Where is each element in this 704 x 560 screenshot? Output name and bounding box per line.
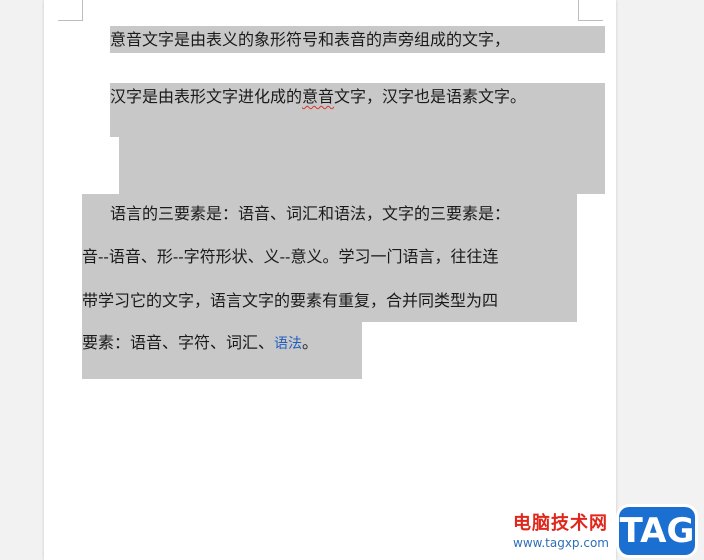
para2-line1-text: 语言的三要素是：语音、词汇和语法，文字的三要素是： — [110, 204, 511, 223]
para2-line4-text-a: 要素：语音、字符、词汇、 — [82, 333, 275, 352]
para2-line2-text: 音--语音、形--字符形状、义--意义。学习一门语言，往往连 — [82, 247, 499, 266]
watermark-tag-logo: TAG — [619, 507, 695, 555]
para2-line2[interactable]: 音--语音、形--字符形状、义--意义。学习一门语言，往往连 — [82, 243, 577, 270]
margin-corner-top-left — [58, 0, 83, 21]
para1-line1-text: 意音文字是由表义的象形符号和表音的声旁组成的文字， — [110, 30, 511, 49]
para1-line2-text-b: 文字，汉字也是语素文字。 — [334, 87, 527, 106]
empty-line-selection — [119, 137, 605, 194]
para2-line1[interactable]: 语言的三要素是：语音、词汇和语法，文字的三要素是： — [110, 200, 577, 227]
para1-line2[interactable]: 汉字是由表形文字进化成的意音文字，汉字也是语素文字。 — [110, 83, 605, 137]
para2-line4-text-b: 。 — [302, 333, 319, 352]
link-word[interactable]: 语法 — [274, 336, 302, 352]
para2-line3-text: 带学习它的文字，语言文字的要素有重复，合并同类型为四 — [82, 291, 499, 310]
para1-line2-text-a: 汉字是由表形文字进化成的 — [110, 87, 303, 106]
site-watermark: 电脑技术网 www.tagxp.com TAG — [505, 505, 704, 560]
margin-corner-top-right — [578, 0, 603, 21]
para1-line1[interactable]: 意音文字是由表义的象形符号和表音的声旁组成的文字， — [110, 26, 605, 53]
watermark-url: www.tagxp.com — [513, 536, 609, 550]
para2-line4[interactable]: 要素：语音、字符、词汇、语法。 — [82, 322, 362, 379]
spellcheck-underlined-word[interactable]: 意音 — [302, 87, 334, 106]
para2-line3[interactable]: 带学习它的文字，语言文字的要素有重复，合并同类型为四 — [82, 287, 577, 314]
watermark-site-name: 电脑技术网 — [513, 513, 608, 534]
